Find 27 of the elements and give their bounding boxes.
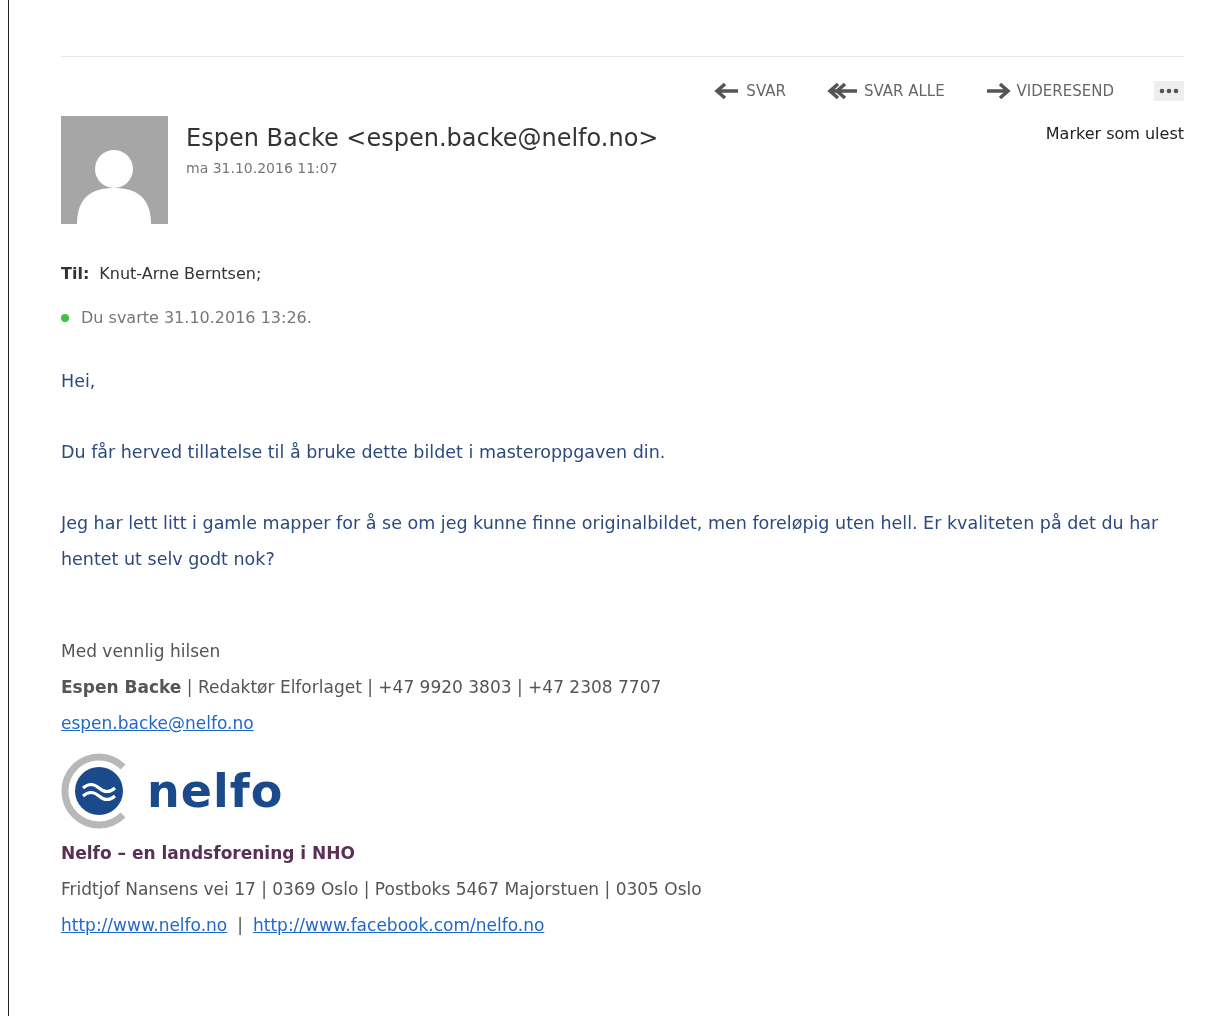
message-paragraph: Hei,	[61, 370, 97, 393]
organization-name: Nelfo – en landsforening i NHO	[61, 842, 355, 865]
mark-unread-link[interactable]: Marker som ulest	[1045, 124, 1184, 143]
signature-line: Espen Backe | Redaktør Elforlaget | +47 9920 3803 | +47 2308 7707	[61, 676, 662, 699]
facebook-link[interactable]: http://www.facebook.com/nelfo.no	[253, 907, 545, 943]
reply-all-button[interactable]: SVAR ALLE	[825, 82, 945, 100]
recipient-name: Knut-Arne Berntsen;	[99, 264, 262, 283]
sender-name: Espen Backe <espen.backe@nelfo.no>	[186, 124, 660, 152]
website-link[interactable]: http://www.nelfo.no	[61, 907, 228, 943]
right-arrow-icon	[984, 82, 1011, 100]
recipient-label: Til:	[61, 264, 90, 283]
greeting-text: Med vennlig hilsen	[61, 640, 221, 663]
email-link[interactable]: espen.backe@nelfo.no	[61, 705, 254, 741]
separator-text: |	[237, 914, 243, 937]
replied-notice: Du svarte 31.10.2016 13:26.	[81, 308, 312, 327]
reply-button[interactable]: SVAR	[714, 82, 786, 100]
address-text: Fridtjof Nansens vei 17 | 0369 Oslo | Postboks 5467 Majorstuen | 0305 Oslo	[61, 878, 702, 901]
avatar-icon	[61, 116, 168, 224]
message-paragraph: Jeg har lett litt i gamle mapper for å se om jeg kunne finne originalbildet, men foreløpig uten hell. Er kvaliteten på det du har hentet ut selv godt nok?	[61, 512, 1160, 571]
forward-button[interactable]: VIDERESEND	[984, 82, 1114, 100]
left-arrow-icon	[714, 82, 741, 100]
logo-wordmark: nelfo	[147, 764, 284, 818]
sent-date: ma 31.10.2016 11:07	[186, 160, 339, 176]
more-icon	[1158, 87, 1180, 95]
double-left-arrow-icon	[825, 82, 858, 100]
message-paragraph: Du får herved tillatelse til å bruke dette bildet i masteroppgaven din.	[61, 441, 667, 464]
more-button[interactable]	[1154, 81, 1184, 101]
